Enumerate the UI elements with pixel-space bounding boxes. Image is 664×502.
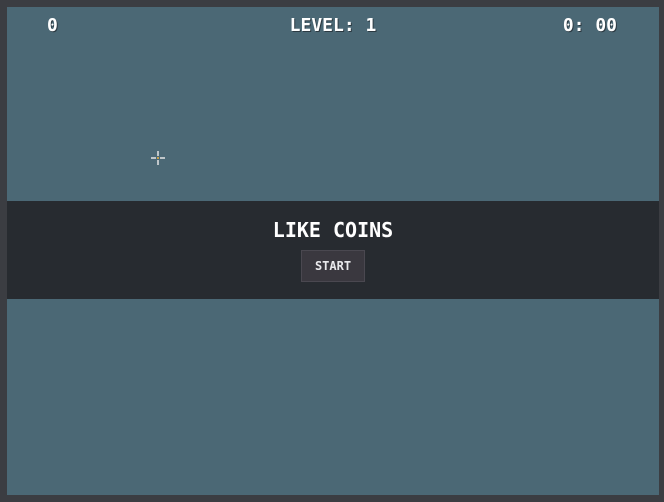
level-display: LEVEL: 1	[289, 15, 377, 36]
timer-display: 0: 00	[562, 15, 617, 36]
window-frame: 0 LEVEL: 1 0: 00 LIKE COINS START	[0, 0, 664, 502]
game-title: LIKE COINS	[272, 218, 394, 242]
crosshair-cursor-icon	[150, 150, 166, 166]
game-canvas[interactable]: 0 LEVEL: 1 0: 00 LIKE COINS START	[7, 7, 659, 495]
start-banner: LIKE COINS START	[7, 201, 659, 299]
start-button[interactable]: START	[301, 250, 365, 282]
